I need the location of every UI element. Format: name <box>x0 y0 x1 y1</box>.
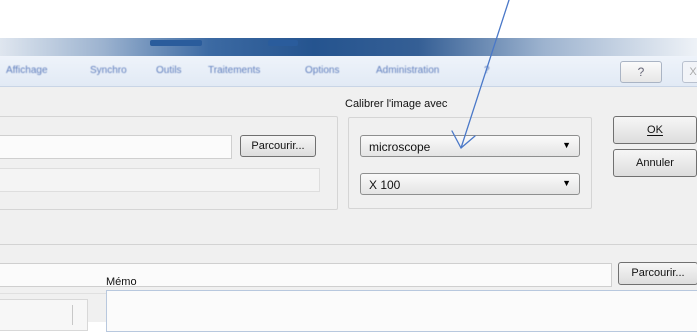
menu-bar: Affichage Synchro Outils Traitements Opt… <box>0 56 697 87</box>
menu-item-options[interactable]: Options <box>305 65 339 76</box>
browse-path-label: Parcourir... <box>631 267 685 279</box>
list-panel[interactable] <box>0 299 88 331</box>
menu-item-outils[interactable]: Outils <box>156 65 182 76</box>
menu-item-administration[interactable]: Administration <box>376 65 439 76</box>
memo-label: Mémo <box>106 276 137 288</box>
file-info-field <box>0 168 320 192</box>
browse-file-label: Parcourir... <box>251 140 305 152</box>
title-bar-highlight <box>268 40 298 46</box>
menu-item-affichage[interactable]: Affichage <box>6 65 48 76</box>
browse-path-button[interactable]: Parcourir... <box>618 262 697 285</box>
cancel-label: Annuler <box>636 157 674 169</box>
menu-item-help[interactable]: ? <box>484 65 490 76</box>
ok-button[interactable]: OK <box>613 116 697 144</box>
calibration-device-value: microscope <box>369 140 431 154</box>
menu-item-synchro[interactable]: Synchro <box>90 65 127 76</box>
magnification-value: X 100 <box>369 178 401 192</box>
file-path-input[interactable] <box>0 135 232 159</box>
list-column-divider <box>72 305 73 325</box>
window-title-bar <box>0 38 697 56</box>
browse-file-button[interactable]: Parcourir... <box>240 135 316 157</box>
dialog-body: Parcourir... Calibrer l'image avec micro… <box>0 87 697 332</box>
ok-label: OK <box>647 124 663 136</box>
question-icon: ? <box>637 65 645 79</box>
help-button[interactable]: ? <box>620 61 662 83</box>
magnification-select[interactable]: X 100 ▼ <box>360 173 580 195</box>
chevron-down-icon: ▼ <box>562 178 571 188</box>
close-icon: X <box>689 66 697 78</box>
calibrate-group-box <box>348 117 592 209</box>
chevron-down-icon: ▼ <box>562 140 571 150</box>
path-input[interactable] <box>0 263 612 287</box>
cancel-button[interactable]: Annuler <box>613 149 697 177</box>
title-bar-highlight <box>150 40 202 46</box>
menu-item-traitements[interactable]: Traitements <box>208 65 260 76</box>
file-group-box <box>0 116 338 210</box>
close-button[interactable]: X <box>682 61 697 83</box>
calibrate-group-title: Calibrer l'image avec <box>345 98 448 110</box>
memo-textarea[interactable] <box>106 290 697 332</box>
section-divider <box>0 244 697 245</box>
calibration-device-select[interactable]: microscope ▼ <box>360 135 580 157</box>
